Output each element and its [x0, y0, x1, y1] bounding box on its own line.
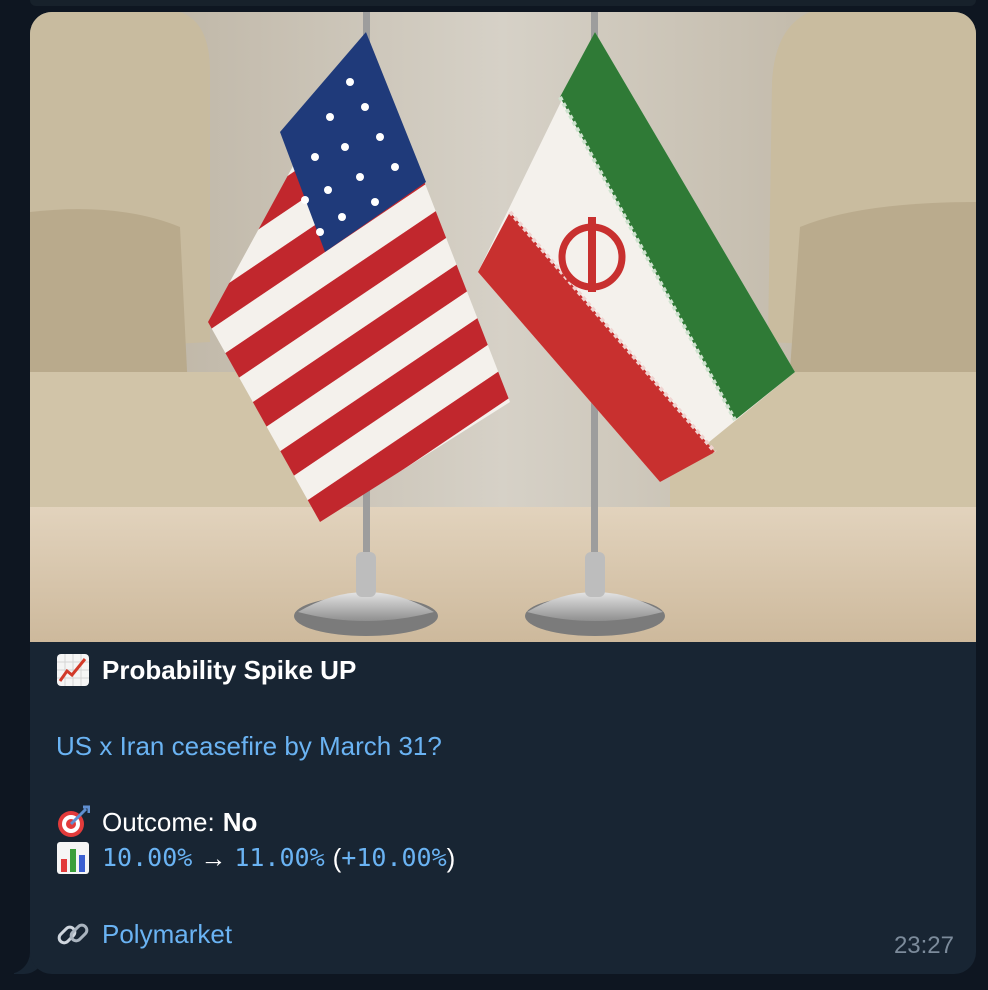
outcome-row: Outcome: No	[56, 804, 946, 840]
chart-increasing-icon	[56, 653, 90, 687]
probability-to[interactable]: 11.00%	[234, 840, 324, 876]
link-icon	[56, 917, 90, 951]
message-photo[interactable]	[30, 12, 976, 642]
market-question-link[interactable]: US x Iran ceasefire by March 31?	[56, 728, 442, 764]
link-row: Polymarket	[56, 916, 946, 952]
probability-from[interactable]: 10.00%	[102, 840, 192, 876]
alert-title: Probability Spike UP	[102, 655, 357, 685]
title-row: Probability Spike UP	[56, 652, 946, 688]
arrow-right-icon: →	[200, 843, 227, 873]
message-time: 23:27	[893, 932, 954, 959]
direct-hit-icon	[56, 805, 91, 839]
question-row: US x Iran ceasefire by March 31?	[56, 728, 946, 764]
message-bubble[interactable]: Probability Spike UP US x Iran ceasefire…	[30, 12, 976, 974]
previous-message-edge	[30, 0, 976, 6]
message-text: Probability Spike UP US x Iran ceasefire…	[56, 652, 946, 952]
outcome-value: No	[222, 807, 258, 837]
change-close-paren: )	[446, 843, 456, 873]
outcome-label: Outcome:	[102, 807, 215, 837]
probability-change[interactable]: +10.00%	[341, 840, 446, 876]
bar-chart-icon	[56, 841, 90, 875]
probability-row: 10.00% → 11.00% ( +10.00% )	[56, 840, 946, 876]
change-open-paren: (	[332, 843, 342, 873]
polymarket-link[interactable]: Polymarket	[102, 916, 232, 952]
